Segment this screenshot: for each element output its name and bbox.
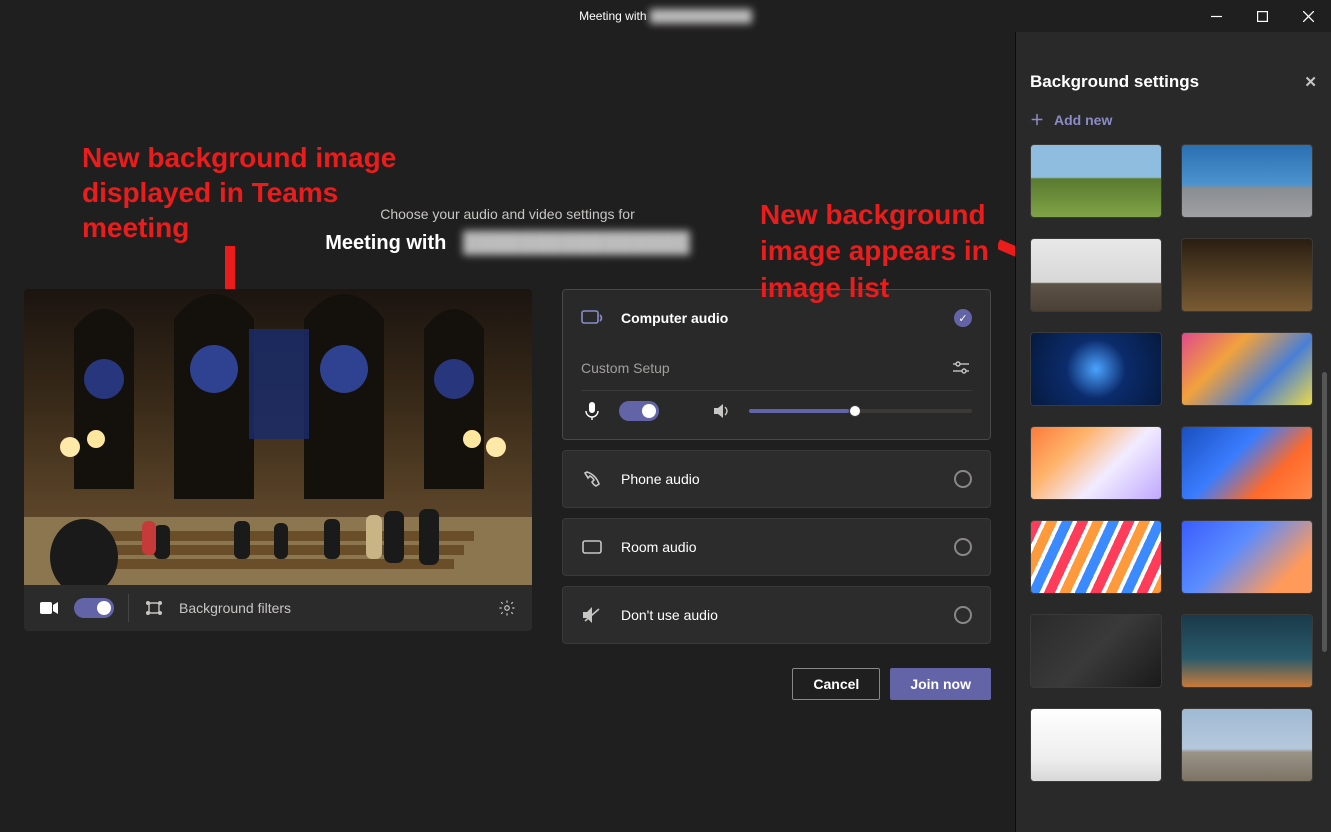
background-filters-label[interactable]: Background filters [179, 600, 291, 616]
titlebar-title-blurred: ████████████ [650, 9, 752, 23]
no-audio-radio[interactable] [954, 606, 972, 624]
custom-setup-label: Custom Setup [581, 360, 670, 376]
filters-icon [143, 600, 165, 616]
bg-thumb-blue-wave[interactable] [1181, 520, 1313, 594]
bg-thumb-color-swatches[interactable] [1030, 520, 1162, 594]
room-audio-label: Room audio [621, 539, 697, 555]
phone-audio-radio[interactable] [954, 470, 972, 488]
heading-title-blurred: ████████████████ [463, 232, 690, 254]
bg-thumb-white-studio[interactable] [1030, 708, 1162, 782]
phone-icon [581, 470, 603, 488]
add-new-label: Add new [1054, 112, 1112, 128]
close-button[interactable] [1285, 0, 1331, 32]
close-icon[interactable]: ✕ [1304, 73, 1317, 91]
main-area: New background image displayed in Teams … [0, 32, 1015, 832]
audio-option-none[interactable]: Don't use audio [562, 586, 991, 644]
bg-thumb-dark-cubes[interactable] [1030, 614, 1162, 688]
app-body: New background image displayed in Teams … [0, 32, 1331, 832]
camera-icon [38, 601, 60, 615]
join-button[interactable]: Join now [890, 668, 991, 700]
settings-sliders-icon[interactable] [950, 361, 972, 375]
preview-controls: Background filters [24, 585, 532, 631]
scrollbar[interactable] [1322, 372, 1327, 652]
audio-option-phone[interactable]: Phone audio [562, 450, 991, 508]
audio-option-room[interactable]: Room audio [562, 518, 991, 576]
annotation-1: New background image displayed in Teams … [82, 140, 412, 245]
bg-thumb-monument-plaza[interactable] [1181, 708, 1313, 782]
add-new-button[interactable]: ＋ Add new [1030, 110, 1317, 130]
mic-icon [581, 402, 603, 420]
audio-option-computer[interactable]: Computer audio Custom Setup [562, 289, 991, 440]
background-thumb-grid [1030, 144, 1317, 784]
sidebar-title: Background settings [1030, 72, 1199, 92]
bg-thumb-abstract-blue-orb[interactable] [1030, 332, 1162, 406]
titlebar-title: Meeting with [579, 9, 646, 23]
room-audio-radio[interactable] [954, 538, 972, 556]
plus-icon: ＋ [1030, 110, 1044, 130]
bg-thumb-airplane-tarmac[interactable] [1181, 144, 1313, 218]
camera-toggle[interactable] [74, 598, 114, 618]
computer-audio-label: Computer audio [621, 310, 728, 326]
speaker-icon [711, 404, 733, 418]
minimize-button[interactable] [1193, 0, 1239, 32]
bg-thumb-cathedral-interior[interactable] [1181, 238, 1313, 312]
maximize-button[interactable] [1239, 0, 1285, 32]
video-preview [24, 289, 532, 585]
room-icon [581, 540, 603, 554]
titlebar: Meeting with ████████████ [0, 0, 1331, 32]
bg-thumb-parliament-building[interactable] [1030, 238, 1162, 312]
no-audio-label: Don't use audio [621, 607, 718, 623]
annotation-2: New background image appears in image li… [760, 197, 1010, 306]
bg-thumb-ribbon-swirl-light[interactable] [1030, 426, 1162, 500]
background-settings-panel: Background settings ✕ ＋ Add new [1015, 32, 1331, 832]
gear-icon[interactable] [496, 599, 518, 617]
cancel-button[interactable]: Cancel [792, 668, 880, 700]
mute-icon [581, 607, 603, 623]
bg-thumb-digital-stripes[interactable] [1181, 426, 1313, 500]
phone-audio-label: Phone audio [621, 471, 700, 487]
computer-audio-radio[interactable] [954, 309, 972, 327]
bg-thumb-kandinsky-abstract[interactable] [1181, 332, 1313, 406]
mic-toggle[interactable] [619, 401, 659, 421]
bg-thumb-landscape-trees[interactable] [1030, 144, 1162, 218]
bg-thumb-teal-room[interactable] [1181, 614, 1313, 688]
computer-audio-icon [581, 309, 603, 327]
volume-slider[interactable] [749, 409, 972, 413]
